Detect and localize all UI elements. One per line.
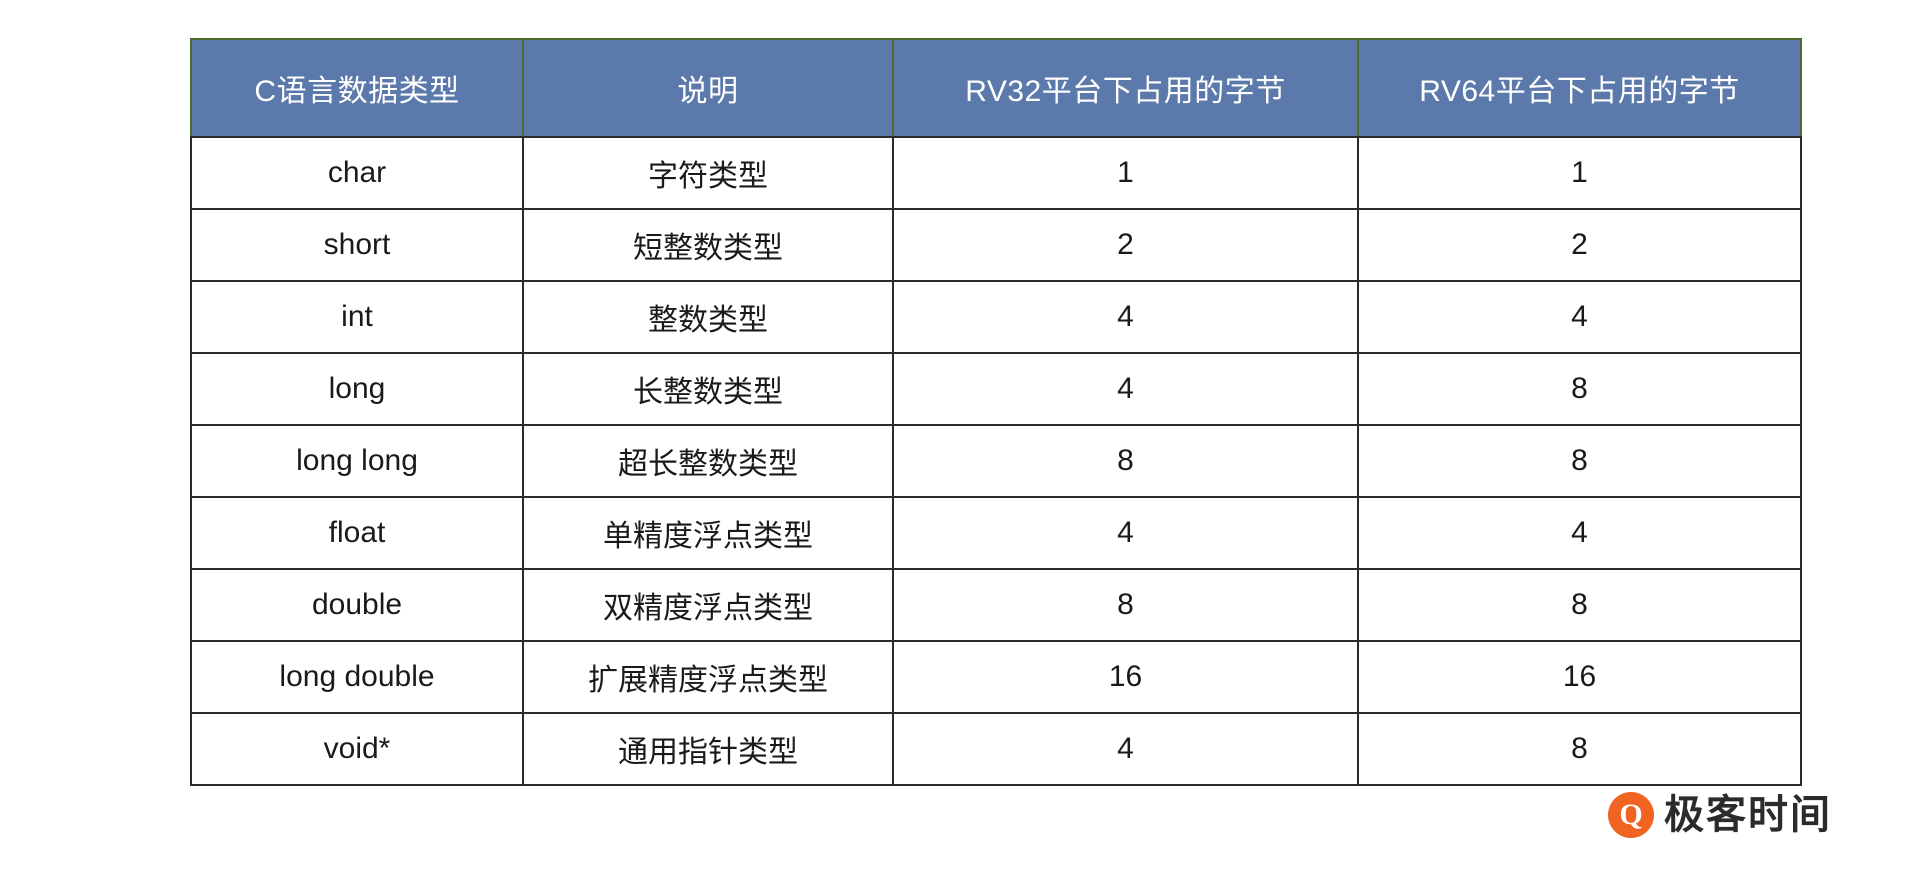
table-body: char 字符类型 1 1 short 短整数类型 2 2 int 整数类型 4… [190,136,1802,786]
cell-rv64-bytes: 4 [1357,280,1802,354]
column-header-rv32-bytes: RV32平台下占用的字节 [893,38,1359,138]
table-row: long long 超长整数类型 8 8 [190,424,1802,498]
cell-rv64-bytes: 1 [1357,136,1802,210]
cell-rv32-bytes: 1 [892,136,1359,210]
cell-rv32-bytes: 4 [892,712,1359,786]
table-row: short 短整数类型 2 2 [190,208,1802,282]
c-data-type-size-table: C语言数据类型 说明 RV32平台下占用的字节 RV64平台下占用的字节 cha… [190,38,1802,786]
data-type-table-container: C语言数据类型 说明 RV32平台下占用的字节 RV64平台下占用的字节 cha… [190,38,1802,786]
brand-watermark: Q 极客时间 [1608,792,1832,838]
cell-description: 双精度浮点类型 [522,568,894,642]
cell-description: 短整数类型 [522,208,894,282]
table-row: int 整数类型 4 4 [190,280,1802,354]
cell-rv32-bytes: 8 [892,568,1359,642]
cell-rv32-bytes: 16 [892,640,1359,714]
cell-description: 单精度浮点类型 [522,496,894,570]
cell-data-type: float [190,496,524,570]
cell-description: 长整数类型 [522,352,894,426]
cell-description: 通用指针类型 [522,712,894,786]
cell-rv64-bytes: 8 [1357,424,1802,498]
cell-rv64-bytes: 8 [1357,712,1802,786]
table-row: float 单精度浮点类型 4 4 [190,496,1802,570]
cell-rv64-bytes: 2 [1357,208,1802,282]
cell-rv32-bytes: 8 [892,424,1359,498]
cell-description: 超长整数类型 [522,424,894,498]
geektime-logo-icon: Q [1608,792,1654,838]
cell-description: 字符类型 [522,136,894,210]
cell-description: 扩展精度浮点类型 [522,640,894,714]
cell-description: 整数类型 [522,280,894,354]
brand-name: 极客时间 [1664,793,1832,837]
cell-data-type: int [190,280,524,354]
cell-rv32-bytes: 4 [892,280,1359,354]
cell-data-type: long [190,352,524,426]
cell-rv64-bytes: 4 [1357,496,1802,570]
table-header-row: C语言数据类型 说明 RV32平台下占用的字节 RV64平台下占用的字节 [190,38,1802,138]
cell-rv64-bytes: 8 [1357,568,1802,642]
screenshot-canvas: C语言数据类型 说明 RV32平台下占用的字节 RV64平台下占用的字节 cha… [0,0,1920,896]
table-row: long 长整数类型 4 8 [190,352,1802,426]
cell-rv64-bytes: 8 [1357,352,1802,426]
cell-data-type: long double [190,640,524,714]
cell-rv32-bytes: 4 [892,352,1359,426]
table-row: void* 通用指针类型 4 8 [190,712,1802,786]
cell-rv32-bytes: 2 [892,208,1359,282]
cell-data-type: void* [190,712,524,786]
column-header-description: 说明 [523,38,894,138]
cell-data-type: double [190,568,524,642]
cell-data-type: short [190,208,524,282]
table-header: C语言数据类型 说明 RV32平台下占用的字节 RV64平台下占用的字节 [190,38,1802,138]
cell-data-type: long long [190,424,524,498]
cell-data-type: char [190,136,524,210]
table-row: long double 扩展精度浮点类型 16 16 [190,640,1802,714]
geektime-logo-glyph: Q [1619,798,1643,831]
cell-rv32-bytes: 4 [892,496,1359,570]
cell-rv64-bytes: 16 [1357,640,1802,714]
table-row: double 双精度浮点类型 8 8 [190,568,1802,642]
table-row: char 字符类型 1 1 [190,136,1802,210]
column-header-rv64-bytes: RV64平台下占用的字节 [1358,38,1802,138]
column-header-c-data-type: C语言数据类型 [190,38,524,138]
